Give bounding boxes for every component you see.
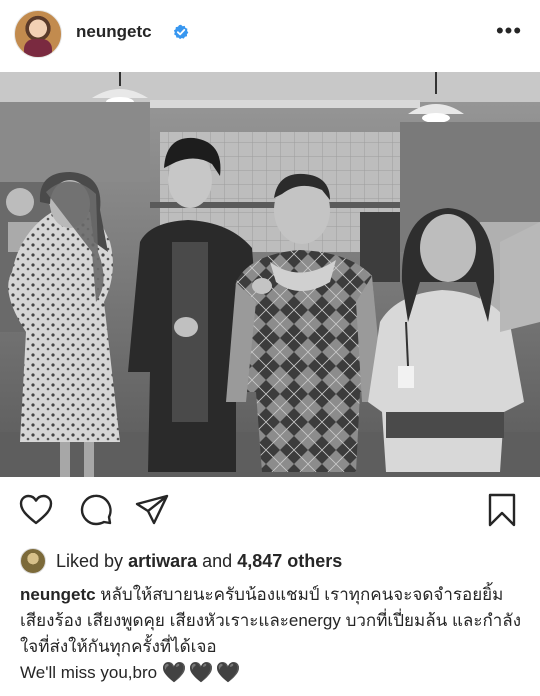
profile-avatar[interactable] xyxy=(14,10,62,58)
send-icon[interactable] xyxy=(134,492,170,528)
bookmark-icon[interactable] xyxy=(484,492,520,528)
action-bar xyxy=(0,490,540,534)
liked-by-prefix: Liked by xyxy=(56,550,124,571)
caption-username[interactable]: neungetc xyxy=(20,585,96,604)
post-caption: neungetc หลับให้สบายนะครับน้องแชมป์ เราท… xyxy=(20,582,525,686)
comment-icon[interactable] xyxy=(78,492,114,528)
liker-avatar[interactable] xyxy=(20,548,46,574)
liked-by-and: and xyxy=(202,550,233,571)
black-hearts-emoji: 🖤🖤🖤 xyxy=(161,662,243,684)
post-photo[interactable] xyxy=(0,72,540,477)
caption-text: หลับให้สบายนะครับน้องแชมป์ เราทุกคนจะจดจ… xyxy=(20,585,522,656)
post-username[interactable]: neungetc xyxy=(76,22,152,42)
likes-count[interactable]: 4,847 others xyxy=(237,551,342,572)
heart-outline-icon[interactable] xyxy=(18,492,54,528)
more-options-icon[interactable]: ••• xyxy=(496,18,522,44)
likes-row: Liked by artiwara and 4,847 others xyxy=(20,548,342,574)
post-header: neungetc ••• xyxy=(0,0,540,68)
liked-by-user[interactable]: artiwara xyxy=(128,551,197,572)
caption-line2: We'll miss you,bro xyxy=(20,663,158,682)
photo-illustration xyxy=(0,72,540,477)
verified-badge-icon xyxy=(173,24,189,40)
